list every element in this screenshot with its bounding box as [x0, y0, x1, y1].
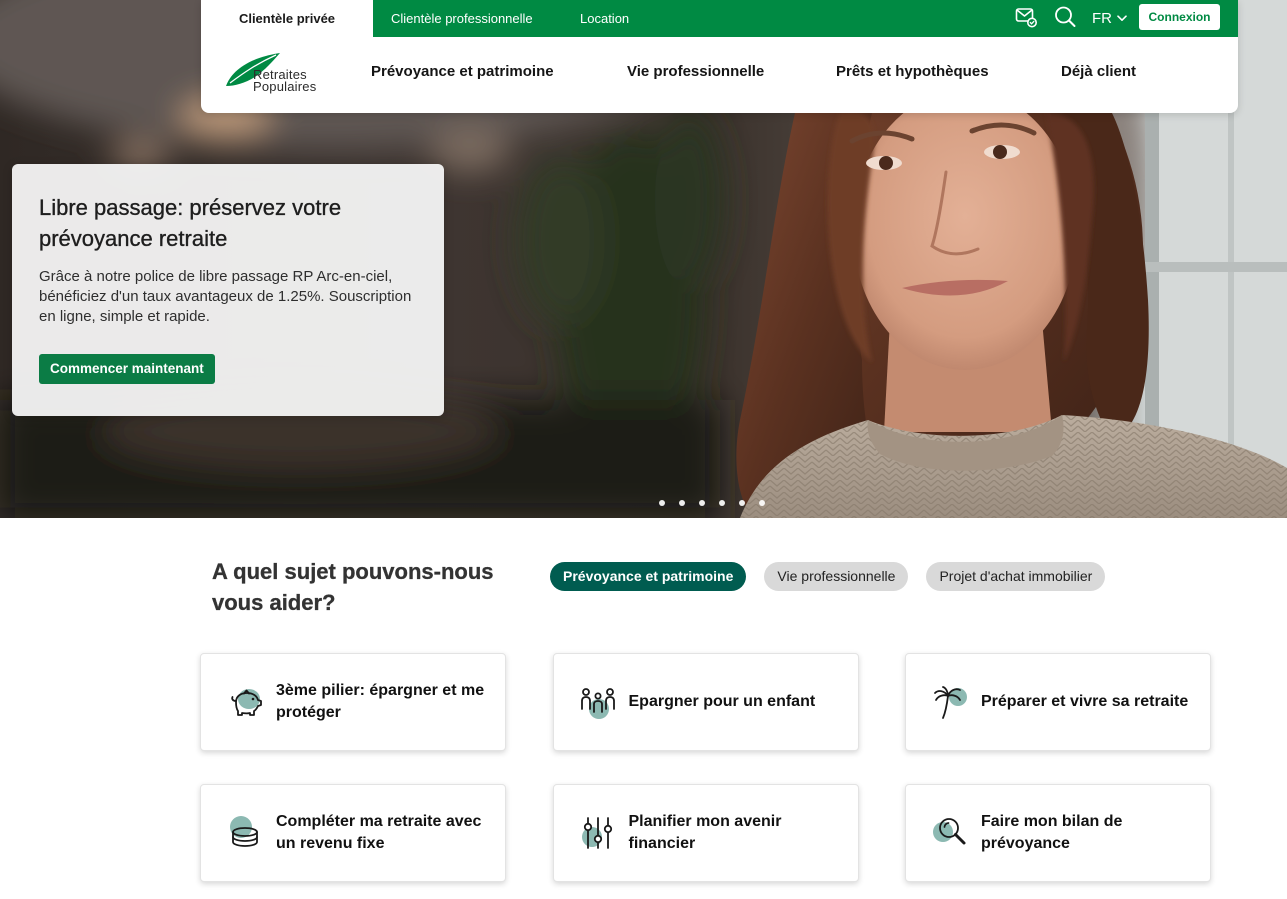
nav-item-prets-hypotheques[interactable]: Prêts et hypothèques — [836, 37, 989, 107]
logo-wordmark: Retraites Populaires — [253, 68, 317, 94]
coins-icon — [227, 815, 263, 851]
carousel-dot[interactable] — [739, 500, 745, 506]
topic-card-epargner-enfant[interactable]: Epargner pour un enfant — [552, 653, 859, 751]
hero-title: Libre passage: préservez votre prévoyanc… — [39, 195, 342, 251]
carousel-dot[interactable] — [659, 500, 665, 506]
contact-icon[interactable] — [1014, 5, 1038, 29]
hero-promo-card: Libre passage: préservez votre prévoyanc… — [12, 164, 444, 416]
topic-cards: 3ème pilier: épargner et me protéger Epa… — [200, 653, 1211, 882]
carousel-dot[interactable] — [759, 500, 765, 506]
logo[interactable]: Retraites Populaires — [225, 49, 331, 99]
topic-filters: Prévoyance et patrimoine Vie professionn… — [550, 562, 1106, 591]
carousel-dot[interactable] — [719, 500, 725, 506]
tab-clientele-privee[interactable]: Clientèle privée — [201, 0, 373, 37]
nav-item-deja-client[interactable]: Déjà client — [1061, 37, 1136, 107]
tab-location[interactable]: Location — [580, 0, 629, 37]
carousel-dot[interactable] — [699, 500, 705, 506]
topic-card-label: Faire mon bilan de prévoyance — [981, 813, 1123, 852]
topic-card-label: 3ème pilier: épargner et me protéger — [276, 682, 485, 721]
topics-heading: A quel sujet pouvons-nous vous aider? — [212, 559, 494, 615]
topic-card-avenir-financier[interactable]: Planifier mon avenir financier — [552, 784, 859, 882]
audience-bar: Clientèle privée Clientèle professionnel… — [201, 0, 1238, 37]
tab-clientele-professionnelle[interactable]: Clientèle professionnelle — [391, 0, 533, 37]
topic-card-3eme-pilier[interactable]: 3ème pilier: épargner et me protéger — [200, 653, 506, 751]
sliders-icon — [580, 815, 616, 851]
login-button[interactable]: Connexion — [1139, 4, 1220, 30]
nav-item-vie-professionnelle[interactable]: Vie professionnelle — [627, 37, 764, 107]
logo-line-2: Populaires — [253, 79, 317, 94]
topic-card-retraite[interactable]: Préparer et vivre sa retraite — [905, 653, 1211, 751]
language-label: FR — [1092, 10, 1112, 27]
piggy-bank-icon — [227, 684, 263, 720]
search-icon[interactable] — [1053, 5, 1077, 29]
carousel-dots — [659, 500, 765, 506]
chevron-down-icon — [1117, 15, 1127, 21]
main-navigation: Retraites Populaires Prévoyance et patri… — [201, 37, 1238, 113]
palm-tree-icon — [932, 684, 968, 720]
nav-item-prevoyance-patrimoine[interactable]: Prévoyance et patrimoine — [371, 37, 554, 107]
topic-card-revenu-fixe[interactable]: Compléter ma retraite avec un revenu fix… — [200, 784, 506, 882]
carousel-dot[interactable] — [679, 500, 685, 506]
topic-card-label: Préparer et vivre sa retraite — [981, 693, 1189, 710]
family-icon — [580, 684, 616, 720]
topic-card-label: Planifier mon avenir financier — [628, 813, 782, 852]
filter-pill-prevoyance-patrimoine[interactable]: Prévoyance et patrimoine — [550, 562, 747, 591]
start-now-button[interactable]: Commencer maintenant — [39, 354, 215, 384]
topic-card-label: Compléter ma retraite avec un revenu fix… — [276, 813, 482, 852]
topic-card-bilan-prevoyance[interactable]: Faire mon bilan de prévoyance — [905, 784, 1211, 882]
hero-description: Grâce à notre police de libre passage RP… — [39, 268, 412, 325]
filter-pill-projet-immobilier[interactable]: Projet d'achat immobilier — [926, 562, 1106, 591]
magnifier-icon — [932, 815, 968, 851]
site-header: Clientèle privée Clientèle professionnel… — [201, 0, 1238, 113]
filter-pill-vie-professionnelle[interactable]: Vie professionnelle — [764, 562, 909, 591]
language-selector[interactable]: FR — [1092, 0, 1127, 37]
topic-card-label: Epargner pour un enfant — [628, 693, 816, 710]
